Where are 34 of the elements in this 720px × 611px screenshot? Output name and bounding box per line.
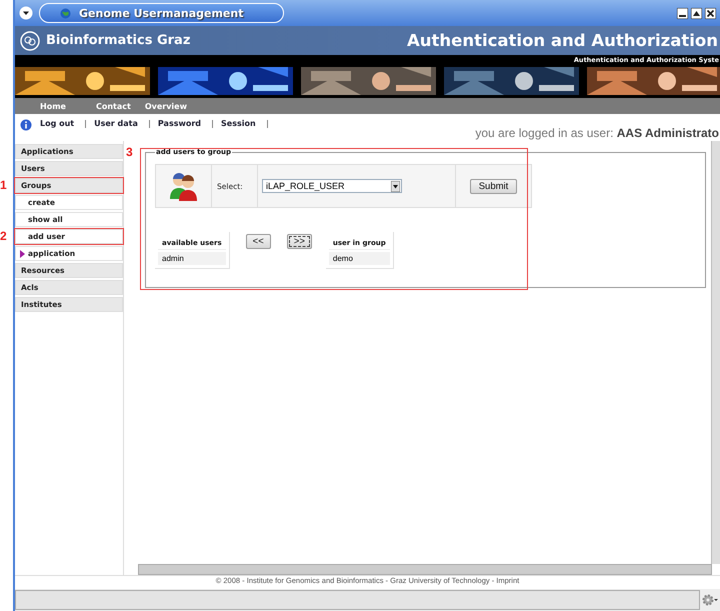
window-title: Genome Usermanagement — [79, 6, 244, 20]
move-right-button[interactable]: >> — [286, 234, 312, 249]
submit-button[interactable]: Submit — [470, 178, 518, 194]
horizontal-scrollbar[interactable] — [138, 564, 712, 575]
list-row[interactable]: admin — [158, 252, 226, 265]
annotation-number: 2 — [0, 229, 7, 243]
close-icon[interactable] — [705, 8, 716, 18]
info-icon — [20, 119, 32, 131]
role-dropdown[interactable]: iLAP_ROLE_USER — [262, 179, 402, 193]
nav-link[interactable]: Contact — [96, 102, 131, 110]
users-icon — [168, 171, 198, 201]
site-title: Authentication and Authorization — [407, 31, 718, 50]
brand-name: Bioinformatics Graz — [46, 33, 190, 48]
annotation-number: 1 — [0, 178, 7, 192]
move-left-button[interactable]: << — [246, 234, 271, 249]
nav-link[interactable]: Home — [40, 102, 66, 110]
vertical-scrollbar[interactable] — [711, 141, 720, 564]
user-link[interactable]: Log out — [40, 119, 74, 128]
nav-link[interactable]: Overview — [144, 102, 187, 110]
user-link[interactable]: Session — [221, 119, 256, 128]
list-row[interactable]: demo — [328, 252, 390, 265]
triangle-icon — [20, 250, 25, 258]
gear-icon[interactable] — [702, 593, 718, 607]
user-link[interactable]: User data — [94, 119, 138, 128]
minimize-icon[interactable] — [677, 8, 688, 18]
maximize-icon[interactable] — [691, 8, 702, 18]
dropdown-arrow-icon — [391, 181, 400, 192]
menu-icon[interactable] — [19, 6, 33, 20]
login-status: you are logged in as user: AAS Administrato — [475, 126, 719, 140]
annotation-number: 3 — [126, 145, 133, 159]
logo-icon — [20, 30, 40, 50]
globe-icon — [60, 8, 71, 18]
user-link[interactable]: Password — [158, 119, 202, 128]
window-title-tab[interactable]: Genome Usermanagement — [39, 3, 284, 23]
